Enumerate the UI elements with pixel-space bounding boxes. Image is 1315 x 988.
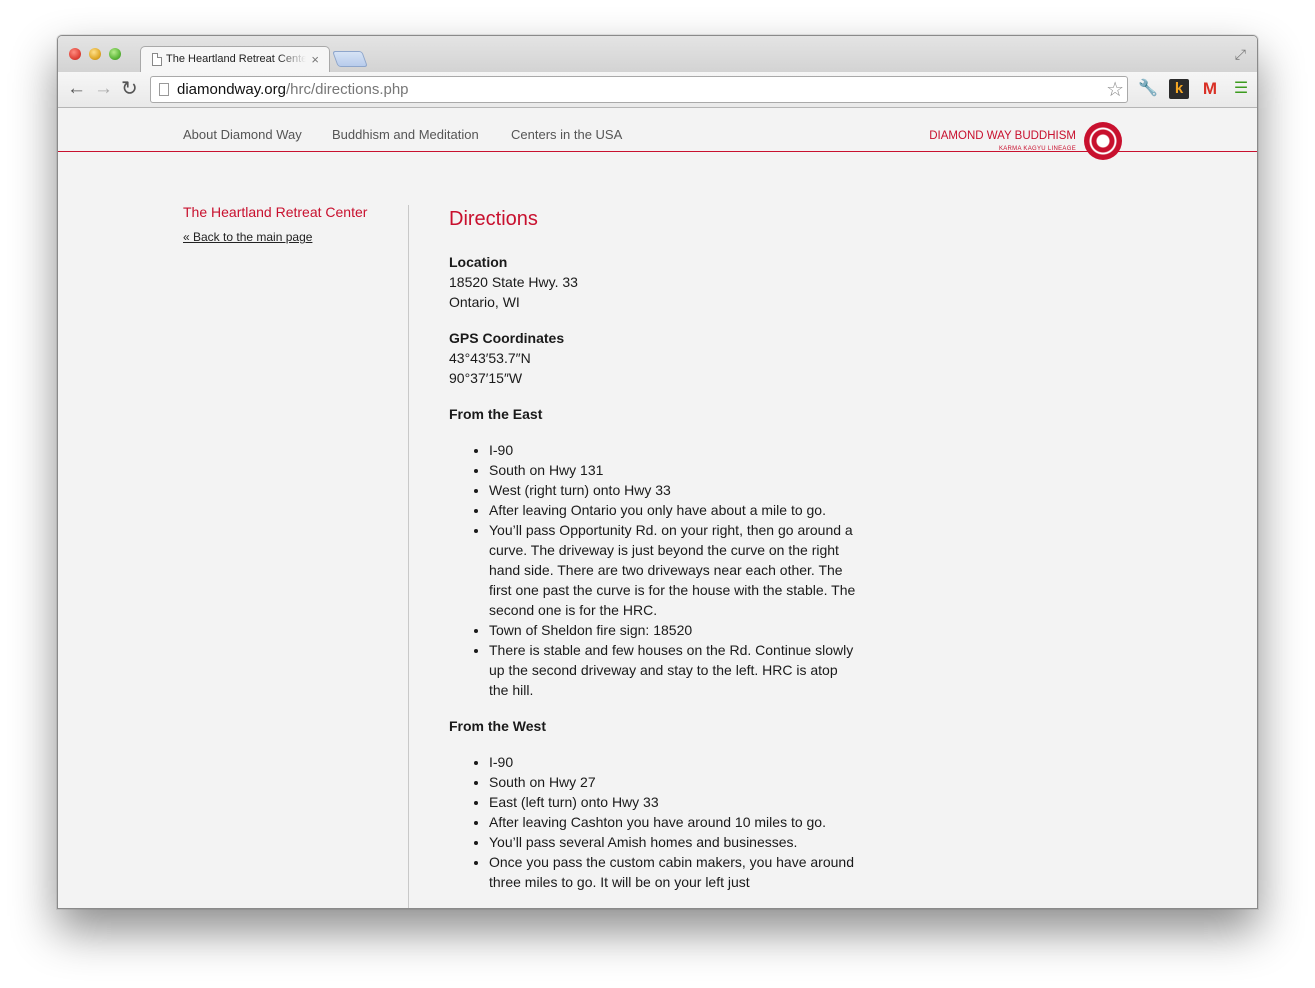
list-item: I-90 [489, 752, 859, 772]
active-tab[interactable]: The Heartland Retreat Center × [140, 46, 330, 73]
list-item: There is stable and few houses on the Rd… [489, 640, 859, 700]
sidebar: The Heartland Retreat Center « Back to t… [183, 204, 408, 244]
list-item: After leaving Ontario you only have abou… [489, 500, 859, 520]
logo-mark-icon [1084, 122, 1122, 160]
list-item: West (right turn) onto Hwy 33 [489, 480, 859, 500]
nav-about-diamond-way[interactable]: About Diamond Way [183, 127, 302, 142]
k-icon[interactable]: k [1169, 79, 1189, 99]
logo-subtitle: KARMA KAGYU LINEAGE [998, 146, 1076, 152]
gps-label: GPS Coordinates [449, 330, 565, 346]
column-divider [408, 205, 409, 908]
list-item: South on Hwy 27 [489, 772, 859, 792]
zoom-window-button[interactable] [109, 48, 121, 60]
forward-arrow-icon[interactable]: → [94, 78, 113, 100]
tab-title: The Heartland Retreat Center [166, 53, 306, 65]
list-item: South on Hwy 131 [489, 460, 859, 480]
list-item: Town of Sheldon fire sign: 18520 [489, 620, 859, 640]
back-to-main-link[interactable]: « Back to the main page [183, 230, 408, 244]
reload-icon[interactable]: ↻ [121, 78, 138, 100]
page-icon [159, 83, 169, 96]
nav-centers-in-the-usa[interactable]: Centers in the USA [511, 127, 622, 142]
minimize-window-button[interactable] [89, 48, 101, 60]
tab-strip: The Heartland Retreat Center × ⤢ [58, 36, 1257, 73]
page-title: Directions [449, 208, 538, 230]
address-line-2: Ontario, WI [449, 294, 520, 310]
browser-window: The Heartland Retreat Center × ⤢ ← → ↻ d… [57, 35, 1258, 909]
address-bar[interactable]: diamondway.org/hrc/directions.php ☆ [150, 76, 1128, 103]
header-divider [1134, 151, 1257, 152]
from-east-heading: From the East [449, 406, 543, 422]
web-page: About Diamond Way Buddhism and Meditatio… [58, 108, 1257, 908]
gps-block: GPS Coordinates 43°43′53.7″N 90°37′15″W [449, 328, 859, 388]
from-west-heading: From the West [449, 718, 546, 734]
sidebar-title[interactable]: The Heartland Retreat Center [183, 204, 408, 220]
west-directions-list: I-90 South on Hwy 27 East (left turn) on… [449, 752, 859, 892]
gmail-icon[interactable]: M [1200, 79, 1220, 99]
gps-latitude: 43°43′53.7″N [449, 350, 531, 366]
address-line-1: 18520 State Hwy. 33 [449, 274, 578, 290]
list-item: I-90 [489, 440, 859, 460]
logo-title: DIAMOND WAY BUDDHISM [929, 130, 1076, 142]
list-item: After leaving Cashton you have around 10… [489, 812, 859, 832]
fullscreen-icon[interactable]: ⤢ [1235, 46, 1246, 63]
gps-longitude: 90°37′15″W [449, 370, 523, 386]
close-window-button[interactable] [69, 48, 81, 60]
tab-close-icon[interactable]: × [311, 52, 319, 67]
star-icon[interactable]: ☆ [1106, 77, 1124, 102]
new-tab-button[interactable] [332, 51, 368, 67]
list-item: You’ll pass several Amish homes and busi… [489, 832, 859, 852]
menu-icon[interactable]: ☰ [1231, 79, 1251, 99]
page-icon [152, 53, 162, 66]
east-directions-list: I-90 South on Hwy 131 West (right turn) … [449, 440, 859, 700]
nav-buddhism-and-meditation[interactable]: Buddhism and Meditation [332, 127, 479, 142]
list-item: East (left turn) onto Hwy 33 [489, 792, 859, 812]
site-logo[interactable]: DIAMOND WAY BUDDHISM KARMA KAGYU LINEAGE [928, 120, 1128, 164]
location-block: Location 18520 State Hwy. 33 Ontario, WI [449, 252, 859, 312]
location-label: Location [449, 254, 508, 270]
back-arrow-icon[interactable]: ← [67, 78, 86, 100]
url-text[interactable]: diamondway.org/hrc/directions.php [177, 81, 409, 98]
browser-toolbar: ← → ↻ diamondway.org/hrc/directions.php … [58, 72, 1257, 108]
wrench-icon[interactable]: 🔧 [1138, 79, 1158, 99]
list-item: You’ll pass Opportunity Rd. on your righ… [489, 520, 859, 620]
list-item: Once you pass the custom cabin makers, y… [489, 852, 859, 892]
main-content: Directions Location 18520 State Hwy. 33 … [449, 206, 859, 908]
